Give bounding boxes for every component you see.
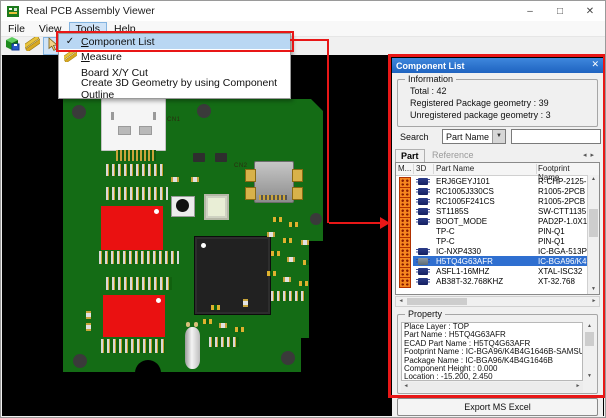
board-edge-notch bbox=[135, 360, 161, 386]
pad-row bbox=[99, 251, 179, 264]
pad-row bbox=[106, 187, 168, 200]
mounting-hole bbox=[72, 105, 86, 119]
red-component-2 bbox=[103, 295, 165, 337]
mounting-hole bbox=[197, 104, 211, 118]
export-ms-excel-button[interactable]: Export MS Excel bbox=[397, 398, 598, 416]
minimize-button[interactable]: – bbox=[515, 1, 545, 21]
cn2-label: CN2 bbox=[234, 163, 248, 169]
push-button bbox=[171, 196, 195, 217]
mounting-hole bbox=[73, 354, 87, 368]
cn1-label: CN1 bbox=[167, 117, 181, 123]
annotation-box-panel bbox=[388, 54, 606, 398]
annotation-line bbox=[290, 39, 329, 41]
mounting-hole bbox=[281, 351, 295, 365]
measure-icon bbox=[25, 37, 40, 56]
crystal bbox=[185, 327, 200, 369]
pad-row bbox=[106, 277, 172, 290]
pad-row bbox=[106, 164, 164, 176]
red-component-1 bbox=[101, 206, 163, 250]
menu-item-create-3d-geometry[interactable]: Create 3D Geometry by using Component Ou… bbox=[59, 81, 290, 97]
app-window: Real PCB Assembly Viewer – □ ✕ File View… bbox=[0, 0, 606, 418]
pad-row bbox=[101, 339, 165, 353]
annotation-box-menu-item bbox=[56, 31, 294, 52]
title-bar: Real PCB Assembly Viewer – □ ✕ bbox=[1, 1, 605, 21]
window-title: Real PCB Assembly Viewer bbox=[26, 5, 155, 17]
maximize-button[interactable]: □ bbox=[545, 1, 575, 21]
usb-connector bbox=[254, 161, 294, 203]
menu-file[interactable]: File bbox=[1, 22, 32, 36]
save-3d-icon bbox=[4, 36, 20, 56]
close-button[interactable]: ✕ bbox=[575, 1, 605, 21]
mounting-hole bbox=[310, 213, 322, 225]
oscillator bbox=[204, 194, 229, 220]
measure-button[interactable] bbox=[23, 38, 41, 54]
annotation-line bbox=[327, 39, 329, 223]
app-icon bbox=[7, 5, 20, 18]
pcb-board: CN1 CN2 bbox=[63, 99, 331, 373]
main-chip bbox=[194, 236, 271, 315]
window-controls: – □ ✕ bbox=[515, 1, 605, 21]
cn1-connector bbox=[101, 97, 166, 151]
annotation-line bbox=[329, 222, 381, 224]
save-3d-button[interactable] bbox=[3, 38, 21, 54]
